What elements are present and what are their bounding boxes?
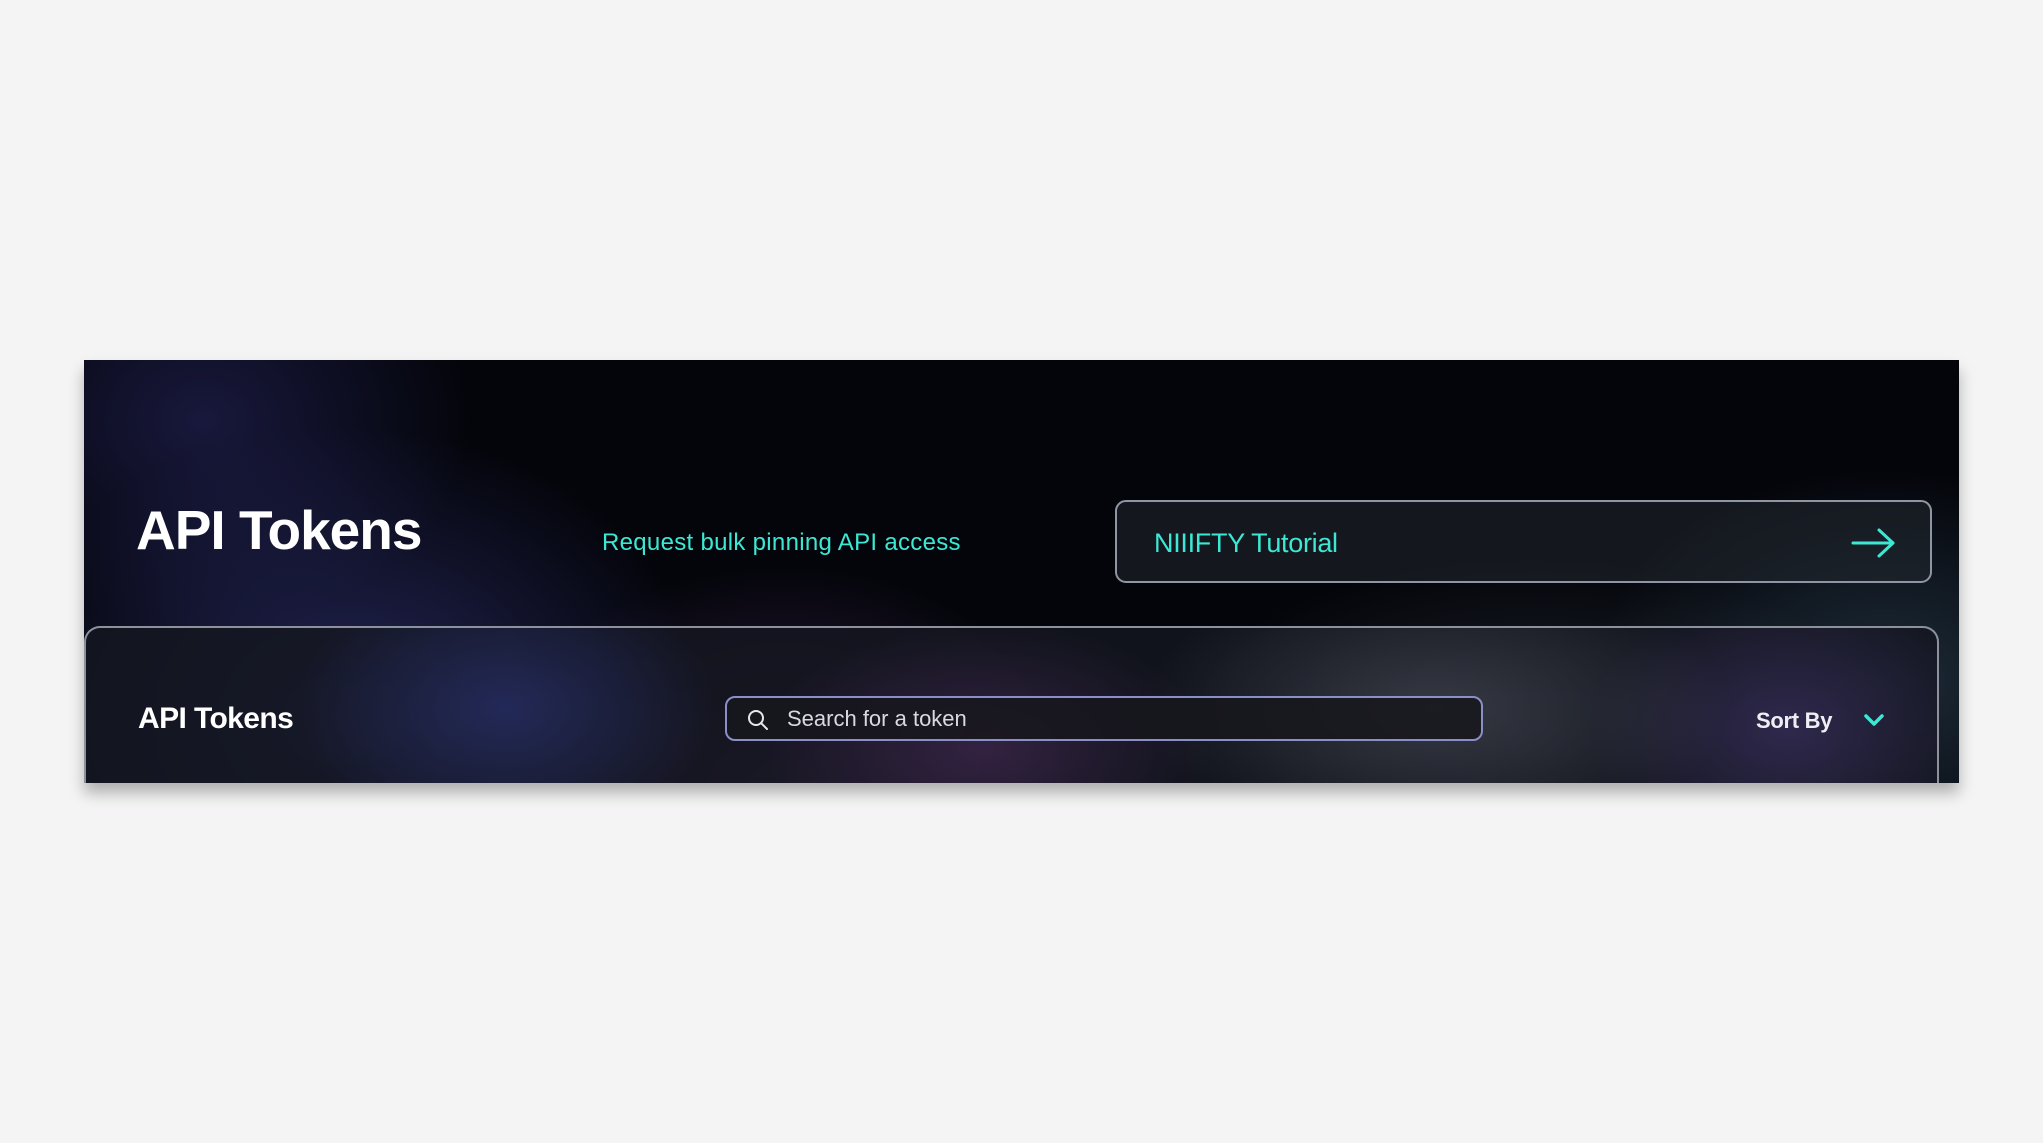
request-bulk-pinning-link[interactable]: Request bulk pinning API access xyxy=(602,531,961,555)
page-title: API Tokens xyxy=(136,499,422,561)
tokens-card: API Tokens Sort By xyxy=(84,626,1939,783)
api-tokens-panel: API Tokens Request bulk pinning API acce… xyxy=(84,360,1959,783)
search-input[interactable] xyxy=(787,698,1467,739)
tokens-card-title: API Tokens xyxy=(138,702,294,735)
search-box xyxy=(725,696,1483,741)
search-icon xyxy=(748,710,768,730)
chevron-down-icon xyxy=(1864,714,1884,726)
tutorial-button-label: NIIIFTY Tutorial xyxy=(1154,528,1338,558)
sort-by-label: Sort By xyxy=(1756,708,1833,733)
arrow-right-icon xyxy=(1851,528,1895,558)
tutorial-button[interactable]: NIIIFTY Tutorial xyxy=(1115,500,1932,583)
